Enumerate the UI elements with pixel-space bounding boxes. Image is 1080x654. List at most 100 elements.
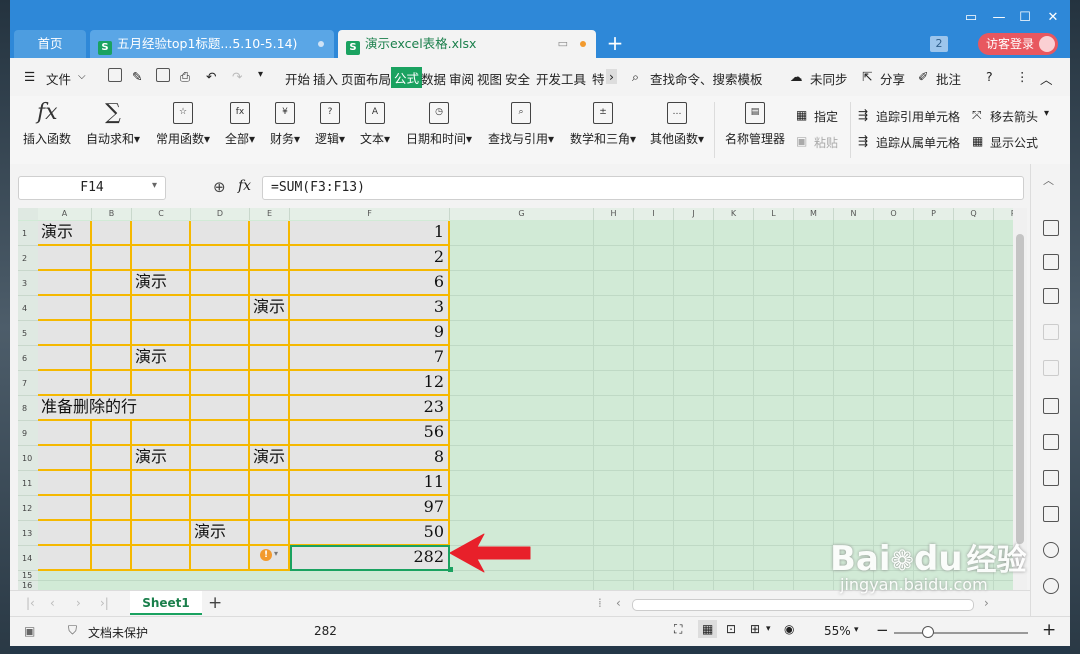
cell-F5[interactable]: 9 [290, 321, 450, 346]
menu-tab-formulas[interactable]: 公式 [391, 67, 423, 88]
cell-D7[interactable] [191, 371, 250, 396]
cell-C11[interactable] [132, 471, 191, 496]
show-formulas-button[interactable]: 显示公式 [990, 134, 1038, 151]
row-header-11[interactable]: 11 [18, 471, 38, 496]
cell-D10[interactable] [191, 446, 250, 471]
vertical-scrollbar[interactable] [1013, 208, 1027, 590]
cell-B1[interactable] [92, 221, 132, 246]
cell-F2[interactable]: 2 [290, 246, 450, 271]
row-header-7[interactable]: 7 [18, 371, 38, 396]
menu-tab-insert[interactable]: 插入 [313, 69, 338, 88]
guest-login-button[interactable]: 访客登录 [978, 33, 1058, 55]
row-header-10[interactable]: 10 [18, 446, 38, 471]
page-break-icon[interactable]: ⊞ [750, 622, 760, 636]
cell-B6[interactable] [92, 346, 132, 371]
panel-collapse-up-icon[interactable]: ︿ [1043, 172, 1059, 188]
cell-E9[interactable] [250, 421, 290, 446]
cell-D9[interactable] [191, 421, 250, 446]
row-header-3[interactable]: 3 [18, 271, 38, 296]
hamburger-icon[interactable]: ☰ [24, 69, 35, 84]
quick-access-dropdown-icon[interactable]: ▾ [258, 69, 263, 80]
specify-icon[interactable]: ▦ [796, 108, 807, 122]
column-header-R[interactable]: R [994, 208, 1013, 220]
cell-B2[interactable] [92, 246, 132, 271]
first-sheet-icon[interactable]: |‹ [26, 596, 35, 610]
cell-C1[interactable] [132, 221, 191, 246]
cell-F4[interactable]: 3 [290, 296, 450, 321]
undo-icon[interactable]: ↶ [206, 69, 216, 84]
fx-icon[interactable]: fx [238, 178, 251, 194]
insert-function-button[interactable]: fx 插入函数 [20, 102, 74, 147]
file-menu[interactable]: 文件 [46, 69, 71, 88]
menu-tab-data[interactable]: 数据 [421, 69, 446, 88]
cell-D3[interactable] [191, 271, 250, 296]
cell-E5[interactable] [250, 321, 290, 346]
other-functions-button[interactable]: … 其他函数▾ [646, 102, 708, 147]
cell-E3[interactable] [250, 271, 290, 296]
active-cell-F14[interactable] [290, 545, 450, 571]
cell-B12[interactable] [92, 496, 132, 521]
cell-A3[interactable] [38, 271, 92, 296]
tab-home[interactable]: 首页 [14, 30, 86, 58]
formula-input[interactable]: =SUM(F3:F13) [262, 176, 1024, 200]
prev-sheet-icon[interactable]: ‹ [50, 596, 55, 610]
cell-D11[interactable] [191, 471, 250, 496]
scroll-right-icon[interactable]: › [984, 596, 989, 610]
image-search-icon[interactable] [1043, 398, 1059, 414]
cell-F1[interactable]: 1 [290, 221, 450, 246]
more-options-icon[interactable]: ⋮ [1016, 69, 1029, 84]
column-header-N[interactable]: N [834, 208, 874, 220]
format-painter-icon[interactable]: ✎ [132, 69, 142, 84]
cell-F8[interactable]: 23 [290, 396, 450, 421]
zoom-search-icon[interactable]: ⊕ [213, 178, 226, 196]
cell-F3[interactable]: 6 [290, 271, 450, 296]
cell-D2[interactable] [191, 246, 250, 271]
horizontal-scroll-thumb[interactable] [632, 599, 974, 611]
column-header-O[interactable]: O [874, 208, 914, 220]
date-time-button[interactable]: ◷ 日期和时间▾ [402, 102, 476, 147]
view-dropdown-icon[interactable]: ▾ [766, 624, 771, 634]
chevron-down-icon[interactable]: ⌵ [78, 71, 86, 82]
cell-D12[interactable] [191, 496, 250, 521]
menu-tab-security[interactable]: 安全 [505, 69, 530, 88]
name-box[interactable]: F14 [18, 176, 166, 200]
cell-C7[interactable] [132, 371, 191, 396]
column-header-G[interactable]: G [450, 208, 594, 220]
cell-B3[interactable] [92, 271, 132, 296]
maximize-button[interactable]: ☐ [1012, 8, 1038, 28]
zoom-out-button[interactable]: − [876, 621, 889, 639]
show-formulas-icon[interactable]: ▦ [972, 134, 983, 148]
row-header-9[interactable]: 9 [18, 421, 38, 446]
command-search-field[interactable]: 查找命令、搜索模板 [650, 69, 763, 88]
cell-F11[interactable]: 11 [290, 471, 450, 496]
help-icon[interactable]: ? [986, 69, 993, 84]
focus-icon[interactable]: ⛶ [674, 622, 682, 637]
cell-E12[interactable] [250, 496, 290, 521]
select-all-corner[interactable] [18, 208, 38, 220]
comment-button[interactable]: 批注 [936, 69, 961, 88]
print-preview-icon[interactable]: ⎙ [180, 69, 190, 85]
comment-icon[interactable]: ✐ [918, 69, 928, 84]
restore-small-icon[interactable]: ▭ [958, 8, 984, 28]
cell-F9[interactable]: 56 [290, 421, 450, 446]
error-check-icon[interactable]: ! [260, 549, 272, 561]
chart-icon[interactable] [1043, 288, 1059, 304]
menu-tab-special[interactable]: 特 [592, 69, 605, 88]
share-icon[interactable]: ⇱ [862, 69, 872, 84]
cell-D14[interactable] [191, 546, 250, 571]
cell-F10[interactable]: 8 [290, 446, 450, 471]
save-icon[interactable] [108, 68, 122, 82]
cell-A1[interactable]: 演示 [38, 221, 92, 246]
menu-tab-page-layout[interactable]: 页面布局 [341, 69, 391, 88]
common-functions-button[interactable]: ☆ 常用函数▾ [152, 102, 214, 147]
scroll-left-icon[interactable]: ‹ [616, 596, 621, 610]
zoom-dropdown-icon[interactable]: ▾ [854, 625, 859, 635]
sync-status[interactable]: 未同步 [810, 69, 848, 88]
all-functions-button[interactable]: fx 全部▾ [222, 102, 258, 147]
column-header-E[interactable]: E [250, 208, 290, 220]
close-button[interactable]: ✕ [1040, 8, 1066, 28]
zoom-slider-track[interactable] [894, 632, 1028, 634]
row-header-8[interactable]: 8 [18, 396, 38, 421]
finance-button[interactable]: ¥ 财务▾ [267, 102, 303, 147]
cell-E2[interactable] [250, 246, 290, 271]
